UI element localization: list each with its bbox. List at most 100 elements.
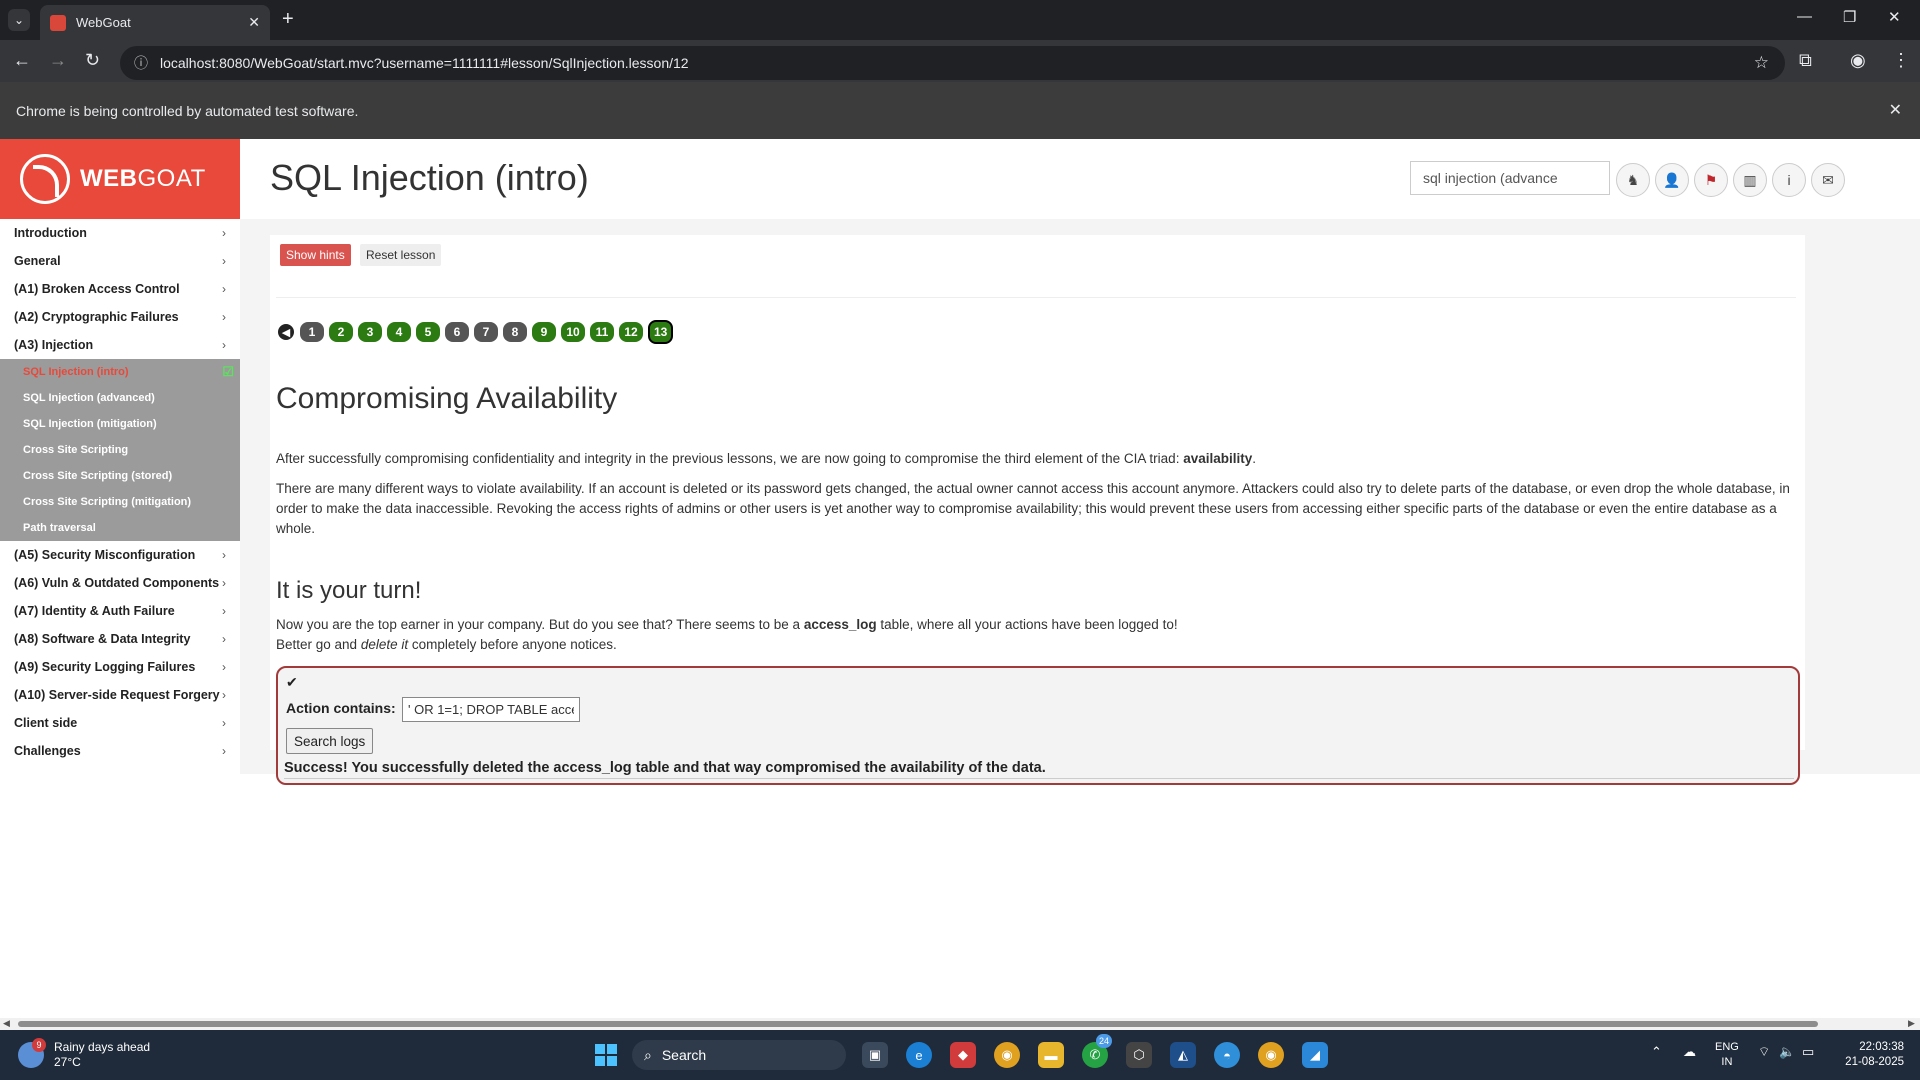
forward-icon[interactable]: → [49, 50, 67, 71]
webgoat-logo[interactable]: WEBGOAT [0, 139, 240, 219]
lesson-page-13[interactable]: 13 [648, 320, 674, 344]
file-explorer-icon[interactable]: ▬ [1038, 1042, 1064, 1068]
browser-tabbar: ⌄ WebGoat ✕ + — ❐ ✕ [0, 0, 1920, 40]
show-hints-button[interactable]: Show hints [280, 244, 351, 266]
show-hidden-icons-icon[interactable]: ⌃ [1651, 1044, 1662, 1060]
address-bar[interactable]: ⓘ localhost:8080/WebGoat/start.mvc?usern… [120, 46, 1785, 80]
sidebar-item-a3[interactable]: (A3) Injection › [0, 331, 240, 359]
lesson-page-10[interactable]: 10 [561, 322, 585, 342]
sidebar-item-general[interactable]: General › [0, 247, 240, 275]
lesson-page-7[interactable]: 7 [474, 322, 498, 342]
windows-taskbar: 9 Rainy days ahead 27°C ⌕ Search ▣ e ◆ ◉… [0, 1030, 1920, 1080]
lesson-page-6[interactable]: 6 [445, 322, 469, 342]
sidebar-item-a5[interactable]: (A5) Security Misconfiguration › [0, 541, 240, 569]
reset-lesson-button[interactable]: Reset lesson [360, 244, 442, 266]
sidebar-item-challenges[interactable]: Challenges › [0, 737, 240, 765]
vscode-icon[interactable]: ◢ [1302, 1042, 1328, 1068]
tab-close-icon[interactable]: ✕ [248, 14, 260, 31]
sidebar-item-a1[interactable]: (A1) Broken Access Control › [0, 275, 240, 303]
start-icon[interactable] [593, 1042, 619, 1068]
sidebar-subitem-sqli-advanced[interactable]: SQL Injection (advanced) [0, 385, 240, 411]
sidebar-subitem-sqli-mitigation[interactable]: SQL Injection (mitigation) [0, 411, 240, 437]
scrollbar-thumb[interactable] [18, 1021, 1818, 1027]
clock[interactable]: 22:03:38 21-08-2025 [1832, 1040, 1904, 1070]
reload-icon[interactable]: ↻ [85, 50, 100, 71]
site-info-icon[interactable]: ⓘ [134, 53, 148, 73]
lesson-page-8[interactable]: 8 [503, 322, 527, 342]
lesson-page-2[interactable]: 2 [329, 322, 353, 342]
action-input[interactable] [402, 697, 580, 722]
lesson-page-4[interactable]: 4 [387, 322, 411, 342]
restore-icon[interactable]: ❐ [1843, 8, 1856, 26]
exercise-instruction: Better go and delete it completely befor… [276, 637, 617, 652]
edge-icon[interactable]: e [906, 1042, 932, 1068]
chevron-right-icon: › [222, 226, 226, 240]
weather-widget[interactable]: 9 Rainy days ahead 27°C [18, 1038, 150, 1070]
back-icon[interactable]: ← [13, 50, 31, 71]
lesson-page-5[interactable]: 5 [416, 322, 440, 342]
task-view-icon[interactable]: ▣ [862, 1042, 888, 1068]
bookmark-star-icon[interactable]: ☆ [1754, 53, 1769, 73]
sidebar-item-a2[interactable]: (A2) Cryptographic Failures › [0, 303, 240, 331]
sidebar-subitem-xss-stored[interactable]: Cross Site Scripting (stored) [0, 463, 240, 489]
mail-icon[interactable]: ✉ [1811, 163, 1845, 197]
chrome-menu-icon[interactable]: ⋮ [1892, 50, 1910, 71]
search-icon: ⌕ [644, 1046, 652, 1063]
sidebar-item-client-side[interactable]: Client side › [0, 709, 240, 737]
search-logs-button[interactable]: Search logs [286, 728, 374, 754]
sidebar-item-a7[interactable]: (A7) Identity & Auth Failure › [0, 597, 240, 625]
lesson-page-12[interactable]: 12 [619, 322, 643, 342]
close-window-icon[interactable]: ✕ [1888, 8, 1901, 26]
onedrive-icon[interactable]: ☁ [1683, 1044, 1696, 1060]
sidebar-item-a8[interactable]: (A8) Software & Data Integrity › [0, 625, 240, 653]
goat-icon[interactable]: ♞ [1616, 163, 1650, 197]
info-icon[interactable]: i [1772, 163, 1806, 197]
user-icon[interactable]: 👤 [1655, 163, 1689, 197]
chrome-active-icon[interactable]: ◉ [1258, 1042, 1284, 1068]
sidebar-item-introduction[interactable]: Introduction › [0, 219, 240, 247]
sidebar-subitem-path-traversal[interactable]: Path traversal [0, 515, 240, 541]
brave-icon[interactable]: ◆ [950, 1042, 976, 1068]
wireshark-icon[interactable]: ◭ [1170, 1042, 1196, 1068]
exercise-heading: It is your turn! [276, 577, 422, 604]
chrome-icon[interactable]: ◉ [994, 1042, 1020, 1068]
taskbar-search[interactable]: ⌕ Search [632, 1040, 846, 1070]
extensions-icon[interactable]: ⧉ [1799, 50, 1812, 71]
docker-icon[interactable]: ◓ [1214, 1042, 1240, 1068]
scroll-right-icon[interactable]: ▶ [1908, 1018, 1915, 1029]
sidebar-subitem-xss-mitigation[interactable]: Cross Site Scripting (mitigation) [0, 489, 240, 515]
chevron-right-icon: › [222, 660, 226, 674]
report-chart-icon[interactable]: ▥ [1733, 163, 1767, 197]
new-tab-icon[interactable]: + [282, 8, 294, 31]
infobar-close-icon[interactable]: ✕ [1889, 100, 1902, 120]
scroll-left-icon[interactable]: ◀ [3, 1018, 10, 1029]
language-indicator[interactable]: ENG IN [1715, 1040, 1739, 1070]
lesson-page-1[interactable]: 1 [300, 322, 324, 342]
lesson-page-3[interactable]: 3 [358, 322, 382, 342]
success-message: Success! You successfully deleted the ac… [284, 760, 1046, 776]
app-icon[interactable]: ⬡ [1126, 1042, 1152, 1068]
lesson-search-input[interactable] [1410, 161, 1610, 195]
volume-icon[interactable]: 🔈 [1779, 1044, 1795, 1060]
horizontal-scrollbar[interactable]: ◀ ▶ [0, 1018, 1920, 1030]
browser-tab[interactable]: WebGoat ✕ [40, 5, 270, 40]
sidebar-item-a6[interactable]: (A6) Vuln & Outdated Components › [0, 569, 240, 597]
language-flag-icon[interactable]: ⚑ [1694, 163, 1728, 197]
battery-icon[interactable]: ▭ [1802, 1044, 1814, 1060]
sidebar-subitem-sqli-intro[interactable]: SQL Injection (intro) ☑ [0, 359, 240, 385]
profile-icon[interactable]: ◉ [1850, 50, 1866, 71]
previous-page-icon[interactable]: ◀ [278, 324, 294, 340]
url-text: localhost:8080/WebGoat/start.mvc?usernam… [160, 55, 689, 71]
automation-infobar: Chrome is being controlled by automated … [0, 82, 1920, 139]
attack-form: ✔ Action contains: Search logs Success! … [276, 666, 1800, 785]
sidebar-item-a10[interactable]: (A10) Server-side Request Forgery › [0, 681, 240, 709]
tab-search-icon[interactable]: ⌄ [8, 9, 30, 31]
minimize-icon[interactable]: — [1797, 8, 1812, 25]
lesson-page-11[interactable]: 11 [590, 322, 614, 342]
lesson-page-9[interactable]: 9 [532, 322, 556, 342]
sidebar-item-a9[interactable]: (A9) Security Logging Failures › [0, 653, 240, 681]
sidebar-subitem-xss[interactable]: Cross Site Scripting [0, 437, 240, 463]
chevron-right-icon: › [222, 576, 226, 590]
wifi-icon[interactable]: ⌔ [1758, 1044, 1770, 1060]
webgoat-page: WEBGOAT SQL Injection (intro) ♞ 👤 ⚑ ▥ i … [0, 139, 1920, 1018]
